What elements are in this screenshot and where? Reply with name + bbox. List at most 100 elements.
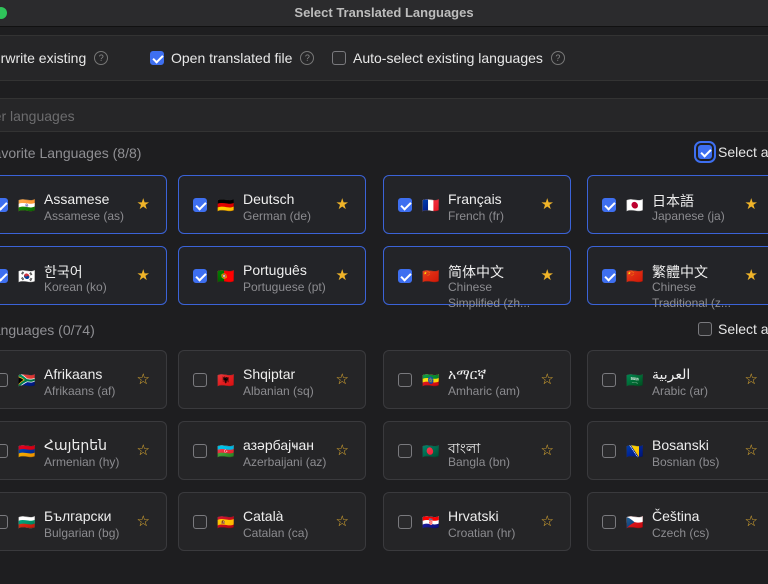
favorites-select-all-label: Select all	[718, 144, 768, 160]
language-subtitle: Chinese Traditional (z...	[652, 280, 731, 310]
auto-select-label: Auto-select existing languages	[353, 50, 543, 66]
star-filled-icon[interactable]: ★	[745, 196, 758, 214]
language-card[interactable]: 🇪🇹 አማርኛ Amharic (am) ☆	[383, 350, 571, 409]
language-checkbox[interactable]	[0, 443, 8, 458]
help-icon[interactable]: ?	[300, 51, 315, 65]
flag-icon: 🇰🇷	[18, 267, 36, 284]
star-outline-icon[interactable]: ☆	[336, 442, 349, 460]
filter-input[interactable]	[0, 105, 394, 127]
overwrite-existing-option[interactable]: Overwrite existing ?	[0, 50, 109, 66]
language-card[interactable]: 🇧🇩 বাংলা Bangla (bn) ☆	[383, 421, 571, 480]
language-subtitle: Bulgarian (bg)	[44, 526, 120, 540]
language-checkbox[interactable]	[398, 514, 412, 529]
language-card[interactable]: 🇧🇦 Bosanski Bosnian (bs) ☆	[587, 421, 768, 480]
language-checkbox[interactable]	[602, 514, 616, 529]
language-name: Català	[243, 508, 284, 524]
favorites-select-all-checkbox[interactable]	[694, 141, 716, 163]
language-card[interactable]: 🇸🇦 العربية Arabic (ar) ☆	[587, 350, 768, 409]
language-card[interactable]: 🇦🇿 азәрбајҹан Azerbaijani (az) ☆	[178, 421, 366, 480]
language-subtitle: German (de)	[243, 209, 312, 223]
star-outline-icon[interactable]: ☆	[745, 442, 758, 460]
language-subtitle: Amharic (am)	[448, 384, 521, 398]
languages-select-all-checkbox[interactable]	[698, 322, 712, 336]
options-bar: Overwrite existing ? Open translated fil…	[0, 35, 768, 81]
language-card[interactable]: 🇮🇳 Assamese Assamese (as) ★	[0, 175, 167, 234]
favorites-select-all[interactable]: Select all	[694, 141, 768, 163]
star-filled-icon[interactable]: ★	[541, 267, 554, 285]
star-outline-icon[interactable]: ☆	[541, 371, 554, 389]
star-filled-icon[interactable]: ★	[137, 196, 150, 214]
flag-icon: 🇧🇬	[18, 513, 36, 530]
language-checkbox[interactable]	[398, 197, 412, 212]
star-filled-icon[interactable]: ★	[336, 196, 349, 214]
star-outline-icon[interactable]: ☆	[137, 513, 150, 531]
languages-select-all-label: Select all	[718, 321, 768, 337]
flag-icon: 🇨🇳	[626, 267, 644, 284]
star-filled-icon[interactable]: ★	[745, 267, 758, 285]
language-card[interactable]: 🇩🇪 Deutsch German (de) ★	[178, 175, 366, 234]
star-filled-icon[interactable]: ★	[336, 267, 349, 285]
star-outline-icon[interactable]: ☆	[541, 513, 554, 531]
language-subtitle: Armenian (hy)	[44, 455, 120, 469]
language-card[interactable]: 🇨🇳 繁體中文 Chinese Traditional (z... ★	[587, 246, 768, 310]
language-checkbox[interactable]	[398, 372, 412, 387]
language-checkbox[interactable]	[602, 197, 616, 212]
language-checkbox[interactable]	[0, 268, 8, 283]
language-name: Deutsch	[243, 191, 295, 207]
help-icon[interactable]: ?	[550, 51, 565, 65]
language-checkbox[interactable]	[602, 372, 616, 387]
language-checkbox[interactable]	[0, 372, 8, 387]
language-subtitle: Albanian (sq)	[243, 384, 314, 398]
star-outline-icon[interactable]: ☆	[137, 442, 150, 460]
language-card[interactable]: 🇰🇷 한국어 Korean (ko) ★	[0, 246, 167, 305]
language-checkbox[interactable]	[0, 514, 8, 529]
language-card[interactable]: 🇦🇱 Shqiptar Albanian (sq) ☆	[178, 350, 366, 409]
language-checkbox[interactable]	[193, 514, 207, 529]
open-translated-file-checkbox[interactable]	[150, 51, 164, 65]
language-checkbox[interactable]	[193, 197, 207, 212]
language-card[interactable]: 🇨🇳 简体中文 Chinese Simplified (zh... ★	[383, 246, 571, 310]
language-checkbox[interactable]	[193, 372, 207, 387]
auto-select-option[interactable]: Auto-select existing languages ?	[332, 50, 565, 66]
star-outline-icon[interactable]: ☆	[745, 513, 758, 531]
star-outline-icon[interactable]: ☆	[137, 371, 150, 389]
language-checkbox[interactable]	[398, 268, 412, 283]
language-checkbox[interactable]	[0, 197, 8, 212]
star-outline-icon[interactable]: ☆	[336, 513, 349, 531]
language-subtitle: Czech (cs)	[652, 526, 710, 540]
language-card[interactable]: 🇵🇹 Português Portuguese (pt) ★	[178, 246, 366, 305]
language-checkbox[interactable]	[602, 268, 616, 283]
language-card[interactable]: 🇯🇵 日本語 Japanese (ja) ★	[587, 175, 768, 234]
language-card[interactable]: 🇿🇦 Afrikaans Afrikaans (af) ☆	[0, 350, 167, 409]
flag-icon: 🇩🇪	[217, 196, 235, 213]
star-outline-icon[interactable]: ☆	[745, 371, 758, 389]
star-outline-icon[interactable]: ☆	[541, 442, 554, 460]
language-card[interactable]: 🇦🇲 Հայերեն Armenian (hy) ☆	[0, 421, 167, 480]
auto-select-checkbox[interactable]	[332, 51, 346, 65]
language-checkbox[interactable]	[193, 268, 207, 283]
language-name: Български	[44, 508, 112, 524]
language-card[interactable]: 🇪🇸 Català Catalan (ca) ☆	[178, 492, 366, 551]
language-name: Hrvatski	[448, 508, 499, 524]
language-subtitle: Korean (ko)	[44, 280, 107, 294]
star-filled-icon[interactable]: ★	[541, 196, 554, 214]
star-outline-icon[interactable]: ☆	[336, 371, 349, 389]
language-card[interactable]: 🇧🇬 Български Bulgarian (bg) ☆	[0, 492, 167, 551]
languages-select-all[interactable]: Select all	[698, 321, 768, 337]
language-name: Assamese	[44, 191, 110, 207]
open-translated-file-option[interactable]: Open translated file ?	[150, 50, 315, 66]
language-name: Afrikaans	[44, 366, 103, 382]
language-card[interactable]: 🇨🇿 Čeština Czech (cs) ☆	[587, 492, 768, 551]
language-subtitle: Arabic (ar)	[652, 384, 709, 398]
language-checkbox[interactable]	[398, 443, 412, 458]
help-icon[interactable]: ?	[94, 51, 109, 65]
flag-icon: 🇫🇷	[422, 196, 440, 213]
language-subtitle: Bosnian (bs)	[652, 455, 720, 469]
star-filled-icon[interactable]: ★	[137, 267, 150, 285]
open-translated-file-label: Open translated file	[171, 50, 293, 66]
language-card[interactable]: 🇭🇷 Hrvatski Croatian (hr) ☆	[383, 492, 571, 551]
language-card[interactable]: 🇫🇷 Français French (fr) ★	[383, 175, 571, 234]
language-checkbox[interactable]	[193, 443, 207, 458]
language-checkbox[interactable]	[602, 443, 616, 458]
languages-section-title: Languages (0/74)	[0, 322, 95, 338]
